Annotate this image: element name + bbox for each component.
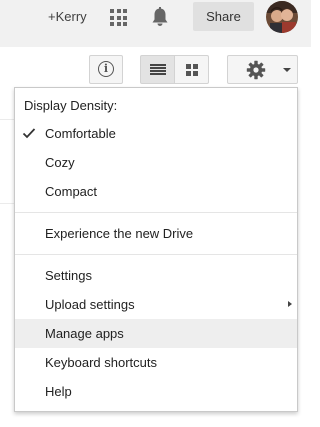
notifications-bell-icon[interactable] [150, 7, 170, 28]
menu-item-label: Manage apps [45, 326, 124, 341]
density-option-cozy[interactable]: Cozy [15, 148, 297, 177]
menu-item-keyboard-shortcuts[interactable]: Keyboard shortcuts [15, 348, 297, 377]
top-bar: +Kerry Share [0, 0, 311, 47]
details-button[interactable]: i [89, 55, 123, 84]
list-view-icon [150, 64, 166, 76]
checkmark-icon [22, 128, 36, 139]
grid-view-button[interactable] [174, 55, 209, 84]
experience-new-drive-item[interactable]: Experience the new Drive [15, 219, 297, 248]
settings-menu-button[interactable] [227, 55, 298, 84]
menu-item-settings[interactable]: Settings [15, 261, 297, 290]
density-option-compact[interactable]: Compact [15, 177, 297, 206]
apps-grid-icon[interactable] [110, 9, 127, 26]
menu-item-label: Cozy [45, 155, 75, 170]
avatar[interactable] [266, 1, 298, 33]
menu-item-label: Keyboard shortcuts [45, 355, 158, 370]
google-plus-profile-link[interactable]: +Kerry [48, 9, 87, 24]
display-density-heading: Display Density: [24, 98, 118, 113]
settings-gear-icon [246, 60, 266, 80]
submenu-arrow-icon [288, 301, 292, 307]
menu-separator [15, 212, 297, 213]
background-divider [0, 203, 14, 204]
menu-item-label: Experience the new Drive [45, 226, 194, 241]
menu-item-label: Upload settings [45, 297, 135, 312]
settings-dropdown-menu: Display Density: Comfortable Cozy Compac… [14, 87, 298, 412]
background-divider [0, 119, 14, 120]
menu-item-upload-settings[interactable]: Upload settings [15, 290, 297, 319]
info-icon: i [98, 61, 114, 77]
dropdown-caret-icon [283, 68, 291, 72]
menu-item-label: Settings [45, 268, 92, 283]
menu-separator [15, 254, 297, 255]
menu-item-label: Comfortable [45, 126, 116, 141]
density-option-comfortable[interactable]: Comfortable [15, 119, 297, 148]
grid-view-icon [186, 64, 198, 76]
menu-item-label: Compact [45, 184, 98, 199]
menu-item-help[interactable]: Help [15, 377, 297, 406]
menu-item-label: Help [45, 384, 72, 399]
share-button[interactable]: Share [193, 2, 254, 31]
menu-item-manage-apps[interactable]: Manage apps [15, 319, 297, 348]
list-view-button[interactable] [140, 55, 175, 84]
